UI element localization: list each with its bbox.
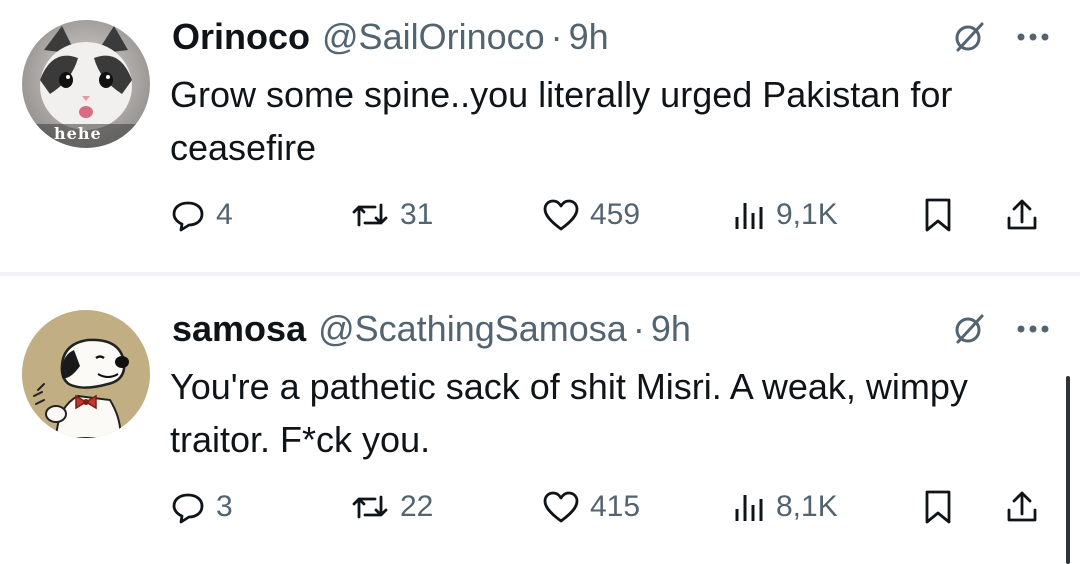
views-icon [735, 495, 763, 521]
share-icon [1007, 491, 1037, 522]
views-button[interactable]: 8,1K [732, 482, 838, 532]
avatar[interactable] [22, 310, 150, 438]
tweet[interactable]: samosa @ScathingSamosa · 9h You're a pat… [0, 276, 1080, 564]
more-icon[interactable] [1016, 32, 1050, 42]
separator-dot: · [550, 16, 563, 57]
user-handle[interactable]: @SailOrinoco [322, 16, 545, 58]
avatar-caption: hehe [54, 124, 102, 143]
view-count: 8,1K [776, 490, 838, 523]
bookmark-icon [925, 490, 951, 524]
display-name[interactable]: Orinoco [172, 16, 310, 58]
view-count: 9,1K [776, 198, 838, 231]
grok-icon[interactable] [952, 312, 986, 346]
reply-count: 3 [216, 490, 233, 523]
tweet[interactable]: hehe Orinoco @SailOrinoco · 9h Grow some… [0, 0, 1080, 272]
tweet-text: You're a pathetic sack of shit Misri. A … [170, 366, 968, 460]
repost-icon [352, 203, 388, 227]
tweet-header: Orinoco @SailOrinoco · 9h [172, 12, 1050, 62]
action-bar: 4 31 459 9,1K [170, 190, 1060, 240]
reply-icon [172, 201, 204, 232]
avatar[interactable]: hehe [22, 20, 150, 148]
repost-count: 31 [400, 198, 434, 231]
display-name[interactable]: samosa [172, 308, 306, 350]
reply-count: 4 [216, 198, 233, 231]
reply-button[interactable]: 4 [170, 190, 233, 240]
bookmark-button[interactable] [922, 190, 954, 240]
repost-button[interactable]: 22 [350, 482, 433, 532]
tweet-text: Grow some spine..you literally urged Pak… [170, 74, 953, 168]
share-icon [1007, 199, 1037, 230]
timestamp[interactable]: 9h [569, 16, 609, 58]
more-icon[interactable] [1016, 324, 1050, 334]
like-count: 415 [590, 490, 641, 523]
views-icon [735, 203, 763, 229]
repost-button[interactable]: 31 [350, 190, 433, 240]
bookmark-icon [925, 198, 951, 232]
share-button[interactable] [1004, 190, 1040, 240]
reply-button[interactable]: 3 [170, 482, 233, 532]
reply-icon [172, 493, 204, 524]
like-icon [543, 199, 579, 231]
scrollbar[interactable] [1066, 376, 1070, 564]
like-button[interactable]: 415 [542, 482, 640, 532]
separator-dot: · [632, 308, 645, 349]
share-button[interactable] [1004, 482, 1040, 532]
grok-icon[interactable] [952, 20, 986, 54]
timestamp[interactable]: 9h [651, 308, 691, 350]
bookmark-button[interactable] [922, 482, 954, 532]
snoopy-avatar-image [22, 310, 150, 438]
action-bar: 3 22 415 8,1K [170, 482, 1060, 532]
like-count: 459 [590, 198, 641, 231]
repost-icon [352, 495, 388, 519]
user-handle[interactable]: @ScathingSamosa [318, 308, 627, 350]
tweet-header: samosa @ScathingSamosa · 9h [172, 304, 1050, 354]
repost-count: 22 [400, 490, 434, 523]
like-button[interactable]: 459 [542, 190, 640, 240]
like-icon [543, 491, 579, 523]
views-button[interactable]: 9,1K [732, 190, 838, 240]
